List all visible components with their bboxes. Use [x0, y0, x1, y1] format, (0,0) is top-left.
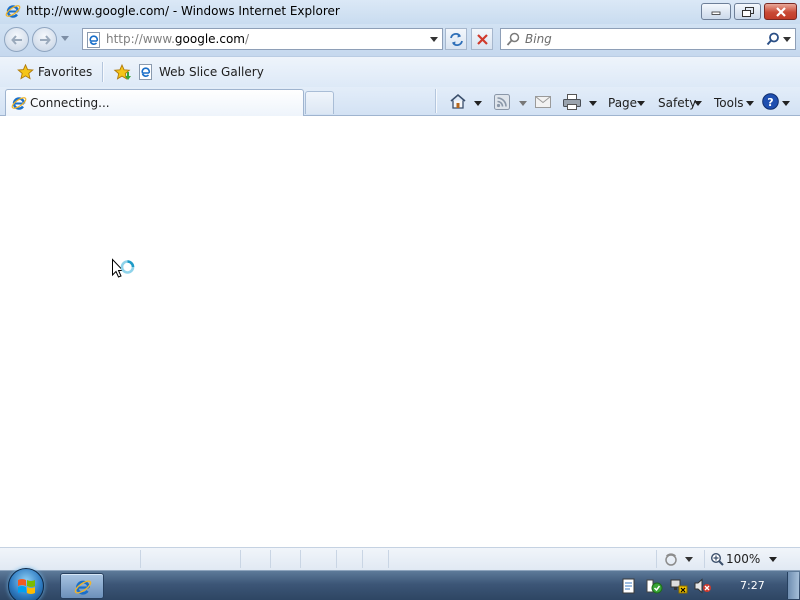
tools-dropdown-icon [746, 101, 754, 106]
zoom-magnifier-icon [710, 552, 724, 569]
home-button[interactable] [447, 91, 485, 113]
web-slice-gallery-label: Web Slice Gallery [159, 65, 264, 79]
protected-mode-icon [665, 553, 693, 566]
url-text: http://www.google.com/ [106, 32, 250, 46]
tab-ie-icon [11, 95, 27, 114]
taskbar-internet-explorer[interactable] [60, 573, 104, 599]
compatibility-refresh-button[interactable] [445, 28, 467, 50]
tools-menu-button[interactable]: Tools [712, 91, 756, 113]
search-icon [766, 32, 779, 46]
stop-button[interactable] [471, 28, 493, 50]
refresh-icon [450, 33, 463, 46]
start-button[interactable] [8, 568, 44, 600]
show-desktop-button[interactable] [787, 572, 799, 599]
minimize-button[interactable] [701, 3, 731, 20]
tab-and-command-bar: Connecting... Page Safety Tools ? [0, 87, 800, 116]
taskbar-clock[interactable]: 7:27 [740, 579, 765, 592]
favorites-separator [102, 62, 103, 82]
status-pane [240, 550, 270, 568]
add-to-favorites-bar-icon[interactable] [113, 63, 132, 84]
safety-menu-button[interactable]: Safety [656, 91, 704, 113]
svg-text:?: ? [767, 96, 773, 109]
close-button[interactable] [764, 3, 797, 20]
page-ie-icon [86, 32, 102, 51]
read-mail-button[interactable] [534, 91, 554, 113]
search-options-dropdown-icon[interactable] [783, 37, 791, 42]
search-button[interactable] [763, 31, 793, 47]
search-box[interactable] [500, 28, 796, 50]
web-slice-page-icon [138, 64, 154, 83]
status-pane [140, 550, 240, 568]
windows-logo-icon [18, 579, 35, 594]
help-dropdown-icon [782, 101, 790, 106]
navigation-bar: http://www.google.com/ [0, 24, 800, 56]
status-pane [388, 550, 656, 568]
status-pane [362, 550, 388, 568]
tab-label: Connecting... [30, 96, 110, 110]
tray-volume-muted-icon[interactable] [694, 578, 712, 594]
page-menu-button[interactable]: Page [606, 91, 648, 113]
mail-icon [535, 96, 551, 108]
home-dropdown-icon [474, 101, 482, 106]
tools-menu-label: Tools [714, 96, 744, 110]
restore-button[interactable] [734, 3, 761, 20]
status-pane [270, 550, 300, 568]
help-question-icon: ? [762, 93, 779, 110]
recent-pages-dropdown-icon[interactable] [61, 36, 69, 41]
address-dropdown-icon[interactable] [430, 37, 438, 42]
tray-network-icon[interactable] [670, 578, 688, 594]
tray-action-center-icon[interactable] [645, 578, 663, 594]
safety-dropdown-icon [694, 101, 702, 106]
print-dropdown-icon [589, 101, 597, 106]
stop-x-icon [477, 34, 488, 45]
address-bar[interactable]: http://www.google.com/ [82, 28, 443, 50]
print-button[interactable] [561, 91, 601, 113]
page-content[interactable] [0, 117, 800, 547]
restore-icon [741, 6, 754, 17]
rss-feed-icon [494, 94, 510, 110]
ie-logo-icon [5, 3, 21, 22]
favorites-button[interactable]: Favorites [12, 61, 92, 83]
back-arrow-icon [11, 35, 22, 45]
home-icon [450, 93, 466, 109]
busy-cursor-icon [112, 258, 135, 278]
taskbar: 7:27 [0, 568, 800, 600]
printer-icon [563, 94, 581, 110]
window-title: http://www.google.com/ - Windows Interne… [26, 4, 340, 18]
search-input[interactable] [525, 31, 765, 47]
title-bar: http://www.google.com/ - Windows Interne… [0, 0, 800, 24]
command-bar-grip [435, 89, 436, 113]
favorites-label: Favorites [38, 65, 93, 79]
zoom-level-text: 100% [726, 552, 761, 566]
forward-button[interactable] [32, 27, 57, 52]
bing-search-provider-icon [506, 32, 520, 50]
protected-mode-button[interactable] [662, 552, 698, 567]
web-slice-gallery-link[interactable]: Web Slice Gallery [138, 61, 264, 83]
back-button[interactable] [4, 27, 29, 52]
page-menu-label: Page [608, 96, 638, 110]
ie-taskbar-icon [74, 580, 92, 595]
forward-arrow-icon [40, 35, 51, 45]
status-pane [300, 550, 336, 568]
close-icon [775, 6, 786, 17]
favorites-bar: Favorites Web Slice Gallery [0, 56, 800, 87]
status-bar: 100% [0, 547, 800, 570]
tab-current[interactable]: Connecting... [5, 89, 304, 116]
tray-document-icon[interactable] [622, 578, 636, 594]
page-dropdown-icon [637, 101, 645, 106]
zoom-level-button[interactable]: 100% [710, 550, 790, 568]
favorites-star-icon [17, 63, 34, 83]
minimize-icon [711, 11, 721, 15]
new-tab-button[interactable] [305, 91, 334, 114]
feeds-dropdown-icon [519, 101, 527, 106]
safety-menu-label: Safety [658, 96, 697, 110]
feeds-button[interactable] [492, 91, 530, 113]
help-button[interactable]: ? [761, 91, 793, 113]
zoom-dropdown-icon [769, 557, 777, 562]
status-pane [336, 550, 362, 568]
